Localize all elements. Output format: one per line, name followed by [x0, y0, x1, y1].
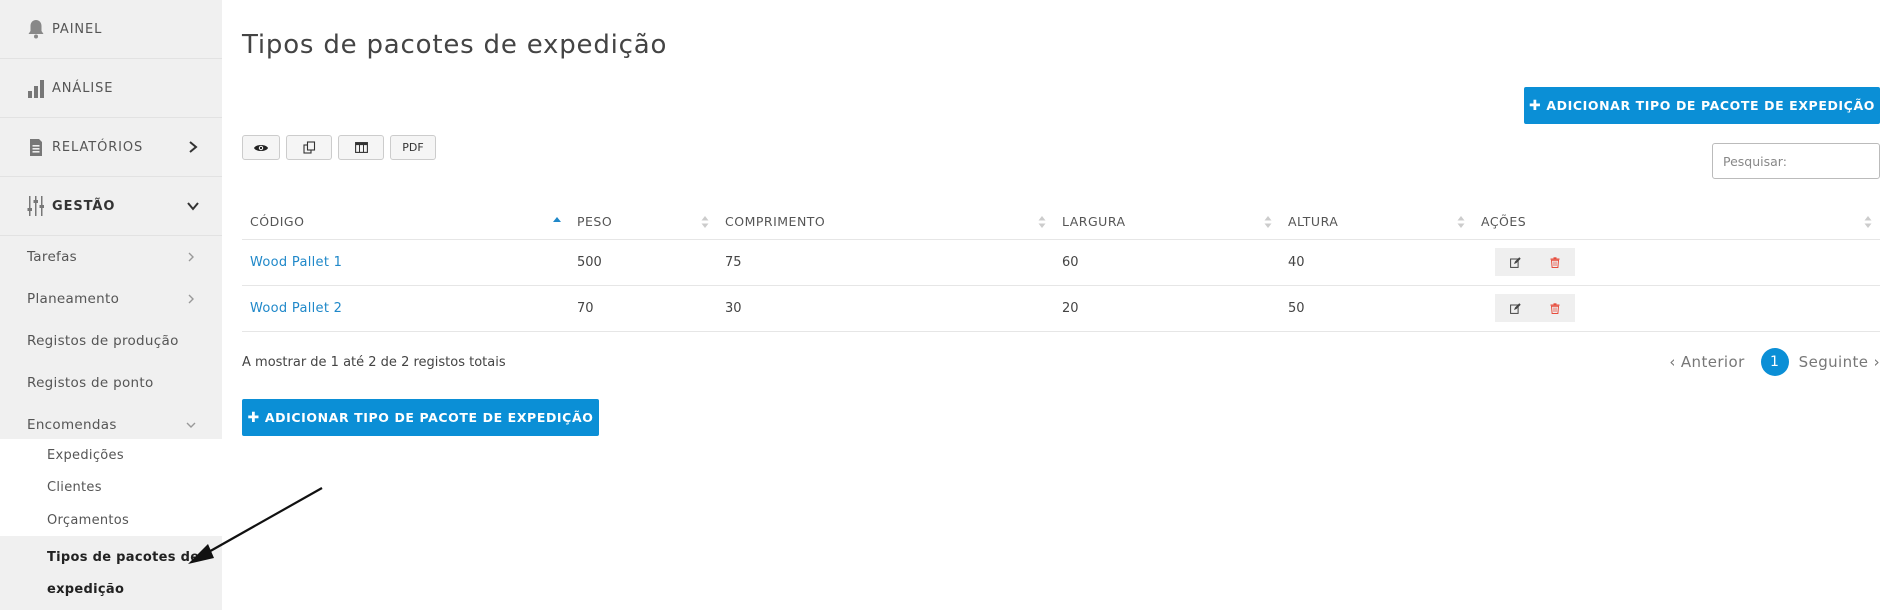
eye-icon: [254, 144, 268, 151]
table-row: Wood Pallet 2 70 30 20 50: [242, 285, 1880, 332]
nav-tarefas-label: Tarefas: [27, 249, 78, 265]
nav-relatorios[interactable]: RELATÓRIOS: [0, 118, 222, 176]
table-header-row: CÓDIGO PESO COMPRIMENTO LARGURA ALTURA A…: [242, 205, 1880, 240]
nav-gestao[interactable]: GESTÃO: [0, 177, 222, 235]
nav-encomendas-label: Encomendas: [27, 417, 117, 433]
columns-icon: [354, 142, 368, 153]
sort-asc-icon: [553, 216, 561, 222]
sliders-icon: [26, 195, 46, 217]
page-title: Tipos de pacotes de expedição: [242, 30, 668, 60]
col-largura-label: LARGURA: [1062, 214, 1126, 230]
action-group: [1495, 294, 1575, 322]
nav-analise-label: ANÁLISE: [52, 80, 114, 96]
row-weight: 500: [569, 239, 717, 286]
row-actions: [1473, 239, 1880, 286]
nav-registos-ponto[interactable]: Registos de ponto: [0, 362, 222, 404]
view-button[interactable]: [242, 135, 280, 160]
add-shipping-package-type-button-bottom[interactable]: ✚ ADICIONAR TIPO DE PACOTE DE EXPEDIÇÃO: [242, 399, 599, 436]
nav-registos-producao-label: Registos de produção: [27, 333, 179, 349]
trash-icon: [1550, 302, 1560, 314]
row-code-link[interactable]: Wood Pallet 2: [242, 285, 569, 332]
chevron-right-icon: ›: [1868, 353, 1880, 371]
col-acoes[interactable]: AÇÕES: [1473, 205, 1880, 240]
row-width: 60: [1054, 239, 1280, 286]
nav-registos-ponto-label: Registos de ponto: [27, 375, 154, 391]
pagination-next-label: Seguinte: [1798, 353, 1869, 371]
add-button-label: ADICIONAR TIPO DE PACOTE DE EXPEDIÇÃO: [1546, 98, 1875, 113]
col-comprimento[interactable]: COMPRIMENTO: [717, 205, 1054, 240]
nav-analise[interactable]: ANÁLISE: [0, 59, 222, 117]
edit-icon: [1509, 256, 1521, 268]
pagination: ‹ Anterior 1 Seguinte ›: [1669, 348, 1880, 376]
table-toolbar: PDF: [242, 135, 436, 160]
sort-icon: [1864, 215, 1872, 228]
sort-icon: [1038, 215, 1046, 228]
sort-icon: [1457, 215, 1465, 228]
add-button-label: ADICIONAR TIPO DE PACOTE DE EXPEDIÇÃO: [264, 410, 594, 425]
nav-planeamento-label: Planeamento: [27, 291, 120, 307]
col-peso-label: PESO: [577, 214, 613, 230]
chevron-right-icon: [188, 252, 194, 262]
plus-icon: ✚: [247, 409, 260, 426]
sort-icon: [701, 215, 709, 228]
main-content: Tipos de pacotes de expedição ✚ ADICIONA…: [242, 0, 1892, 610]
nav-painel[interactable]: PAINEL: [0, 0, 222, 58]
table-info: A mostrar de 1 até 2 de 2 registos totai…: [242, 355, 506, 370]
delete-button[interactable]: [1535, 294, 1575, 322]
row-length: 75: [717, 239, 1054, 286]
nav-relatorios-label: RELATÓRIOS: [52, 139, 144, 155]
row-width: 20: [1054, 285, 1280, 332]
table-row: Wood Pallet 1 500 75 60 40: [242, 239, 1880, 286]
nav-expedicoes[interactable]: Expedições: [0, 439, 222, 472]
bar-chart-icon: [26, 77, 46, 99]
row-code-link[interactable]: Wood Pallet 1: [242, 239, 569, 286]
col-largura[interactable]: LARGURA: [1054, 205, 1280, 240]
col-altura-label: ALTURA: [1288, 214, 1339, 230]
sidebar-bottom: [0, 601, 222, 610]
chevron-right-icon: [189, 141, 198, 153]
chevron-right-icon: [188, 294, 194, 304]
sort-icon: [1264, 215, 1272, 228]
pagination-next[interactable]: Seguinte ›: [1799, 353, 1880, 371]
bell-icon: [26, 18, 46, 40]
chevron-down-icon: [186, 422, 196, 428]
action-group: [1495, 248, 1575, 276]
nav-gestao-label: GESTÃO: [52, 198, 116, 214]
nav-painel-label: PAINEL: [52, 21, 103, 37]
pagination-previous[interactable]: ‹ Anterior: [1669, 353, 1744, 371]
chevron-left-icon: ‹: [1669, 353, 1681, 371]
chevron-down-icon: [187, 202, 199, 211]
shipping-package-types-table: CÓDIGO PESO COMPRIMENTO LARGURA ALTURA A…: [242, 205, 1880, 332]
delete-button[interactable]: [1535, 248, 1575, 276]
pdf-button[interactable]: PDF: [390, 135, 436, 160]
edit-button[interactable]: [1495, 248, 1535, 276]
copy-icon: [302, 141, 315, 154]
search-input[interactable]: [1712, 143, 1880, 179]
col-codigo-label: CÓDIGO: [250, 214, 305, 230]
add-shipping-package-type-button[interactable]: ✚ ADICIONAR TIPO DE PACOTE DE EXPEDIÇÃO: [1524, 87, 1880, 124]
document-icon: [26, 136, 46, 158]
row-weight: 70: [569, 285, 717, 332]
columns-button[interactable]: [338, 135, 384, 160]
annotation-arrow: [188, 487, 323, 564]
plus-icon: ✚: [1529, 97, 1542, 114]
col-acoes-label: AÇÕES: [1481, 214, 1527, 230]
pagination-previous-label: Anterior: [1680, 353, 1745, 371]
row-length: 30: [717, 285, 1054, 332]
pagination-current-page[interactable]: 1: [1760, 348, 1789, 376]
copy-button[interactable]: [286, 135, 332, 160]
row-actions: [1473, 285, 1880, 332]
nav-registos-producao[interactable]: Registos de produção: [0, 320, 222, 362]
row-height: 50: [1280, 285, 1473, 332]
col-codigo[interactable]: CÓDIGO: [242, 205, 569, 240]
edit-button[interactable]: [1495, 294, 1535, 322]
col-peso[interactable]: PESO: [569, 205, 717, 240]
edit-icon: [1509, 302, 1521, 314]
trash-icon: [1550, 256, 1560, 268]
row-height: 40: [1280, 239, 1473, 286]
nav-tarefas[interactable]: Tarefas: [0, 236, 222, 278]
col-comprimento-label: COMPRIMENTO: [725, 214, 826, 230]
col-altura[interactable]: ALTURA: [1280, 205, 1473, 240]
nav-planeamento[interactable]: Planeamento: [0, 278, 222, 320]
